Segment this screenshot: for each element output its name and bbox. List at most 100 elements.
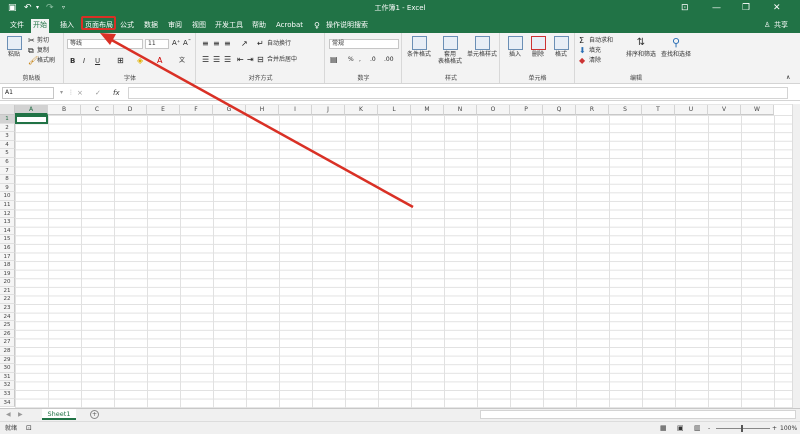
column-header[interactable]: K: [345, 105, 378, 115]
row-header[interactable]: 23: [0, 304, 15, 313]
row-header[interactable]: 13: [0, 218, 15, 227]
column-header[interactable]: W: [741, 105, 774, 115]
row-header[interactable]: 24: [0, 312, 15, 322]
row-header[interactable]: 4: [0, 140, 15, 150]
delete-cells-button[interactable]: 删除: [528, 36, 548, 58]
decrease-decimal-icon[interactable]: .00: [384, 55, 394, 64]
next-sheet-icon[interactable]: ▶: [18, 411, 23, 419]
row-header[interactable]: 22: [0, 295, 15, 305]
column-header[interactable]: J: [312, 105, 345, 115]
align-bottom-icon[interactable]: ≡: [224, 39, 231, 48]
column-header[interactable]: G: [213, 105, 246, 115]
italic-button[interactable]: I: [83, 57, 85, 65]
tab-developer[interactable]: 开发工具: [213, 19, 245, 32]
column-header[interactable]: B: [48, 105, 81, 115]
column-header[interactable]: V: [708, 105, 741, 115]
sort-filter-button[interactable]: ⇅ 排序和筛选: [626, 36, 656, 58]
page-break-view-icon[interactable]: ▥: [694, 424, 701, 432]
row-header[interactable]: 19: [0, 269, 15, 279]
tab-home[interactable]: 开始: [31, 19, 49, 33]
row-header[interactable]: 17: [0, 252, 15, 262]
active-cell[interactable]: [15, 115, 48, 124]
clear-button[interactable]: 清除: [589, 57, 601, 65]
namebox-dropdown-icon[interactable]: ▾: [60, 89, 63, 97]
insert-cells-button[interactable]: 插入: [505, 36, 525, 58]
merge-center-button[interactable]: 合并后居中: [267, 56, 297, 64]
row-header[interactable]: 33: [0, 390, 15, 399]
row-header[interactable]: 6: [0, 157, 15, 167]
column-header[interactable]: S: [609, 105, 642, 115]
row-header[interactable]: 7: [0, 166, 15, 176]
row-header[interactable]: 5: [0, 149, 15, 158]
row-header[interactable]: 21: [0, 286, 15, 296]
format-painter-button[interactable]: 格式刷: [37, 57, 55, 65]
format-as-table-button[interactable]: 套用 表格格式: [436, 36, 464, 65]
font-size-select[interactable]: 11: [145, 39, 169, 49]
align-right-icon[interactable]: ☰: [224, 55, 231, 64]
tab-data[interactable]: 数据: [142, 19, 160, 32]
row-header[interactable]: 2: [0, 123, 15, 133]
percent-button[interactable]: %: [348, 56, 354, 64]
align-top-icon[interactable]: ≡: [202, 39, 209, 48]
tab-help[interactable]: 帮助: [250, 19, 268, 32]
cell-styles-button[interactable]: 单元格样式: [465, 36, 499, 58]
horizontal-scrollbar[interactable]: [480, 410, 796, 419]
name-box[interactable]: A1: [2, 87, 54, 99]
tab-insert[interactable]: 插入: [58, 19, 76, 32]
row-header[interactable]: 28: [0, 347, 15, 356]
share-button[interactable]: 共享: [772, 19, 790, 32]
column-header[interactable]: F: [180, 105, 213, 115]
orientation-icon[interactable]: ↗: [241, 39, 248, 48]
column-header[interactable]: P: [510, 105, 543, 115]
row-header[interactable]: 8: [0, 175, 15, 184]
enter-icon[interactable]: ✓: [95, 89, 101, 97]
column-header[interactable]: E: [147, 105, 180, 115]
cancel-icon[interactable]: ×: [77, 89, 83, 97]
sheet-tab-sheet1[interactable]: Sheet1: [42, 409, 76, 420]
find-select-button[interactable]: ⚲ 查找和选择: [660, 36, 692, 58]
collapse-ribbon-icon[interactable]: ∧: [786, 73, 790, 82]
accounting-icon[interactable]: ▤: [330, 55, 338, 64]
row-header[interactable]: 34: [0, 398, 15, 408]
bold-button[interactable]: B: [70, 57, 75, 65]
tell-me-search[interactable]: 操作说明搜索: [324, 19, 370, 32]
row-header[interactable]: 15: [0, 235, 15, 244]
close-icon[interactable]: ✕: [773, 1, 781, 15]
column-header[interactable]: O: [477, 105, 510, 115]
phonetic-icon[interactable]: 文: [179, 56, 185, 65]
minimize-icon[interactable]: —: [712, 1, 721, 15]
column-header[interactable]: D: [114, 105, 147, 115]
page-layout-view-icon[interactable]: ▣: [677, 424, 684, 432]
column-header[interactable]: N: [444, 105, 477, 115]
row-header[interactable]: 25: [0, 321, 15, 330]
column-header[interactable]: L: [378, 105, 411, 115]
vertical-scrollbar[interactable]: [792, 104, 800, 408]
macro-record-icon[interactable]: ⊡: [26, 424, 32, 432]
increase-decimal-icon[interactable]: .0: [370, 55, 376, 64]
fill-color-icon[interactable]: ◈: [137, 56, 143, 65]
row-header[interactable]: 10: [0, 192, 15, 201]
row-header[interactable]: 3: [0, 132, 15, 141]
decrease-font-icon[interactable]: Aˉ: [183, 39, 191, 48]
restore-icon[interactable]: ❐: [742, 1, 750, 15]
tab-review[interactable]: 审阅: [166, 19, 184, 32]
fill-button[interactable]: 填充: [589, 47, 601, 55]
underline-button[interactable]: U: [95, 57, 100, 65]
zoom-level[interactable]: 100%: [780, 425, 797, 433]
column-header[interactable]: T: [642, 105, 675, 115]
wrap-text-button[interactable]: 自动换行: [267, 40, 291, 48]
formula-input[interactable]: [128, 87, 788, 99]
column-header[interactable]: M: [411, 105, 444, 115]
column-header[interactable]: R: [576, 105, 609, 115]
borders-icon[interactable]: ⊞: [117, 56, 124, 65]
row-header[interactable]: 20: [0, 278, 15, 287]
column-header[interactable]: C: [81, 105, 114, 115]
decrease-indent-icon[interactable]: ⇤: [237, 55, 244, 64]
tab-file[interactable]: 文件: [8, 19, 26, 32]
zoom-slider[interactable]: [716, 428, 770, 429]
row-header[interactable]: 14: [0, 226, 15, 236]
normal-view-icon[interactable]: ▦: [660, 424, 667, 432]
number-format-select[interactable]: 常规: [329, 39, 399, 49]
row-header[interactable]: 30: [0, 364, 15, 373]
copy-button[interactable]: 复制: [37, 47, 49, 55]
